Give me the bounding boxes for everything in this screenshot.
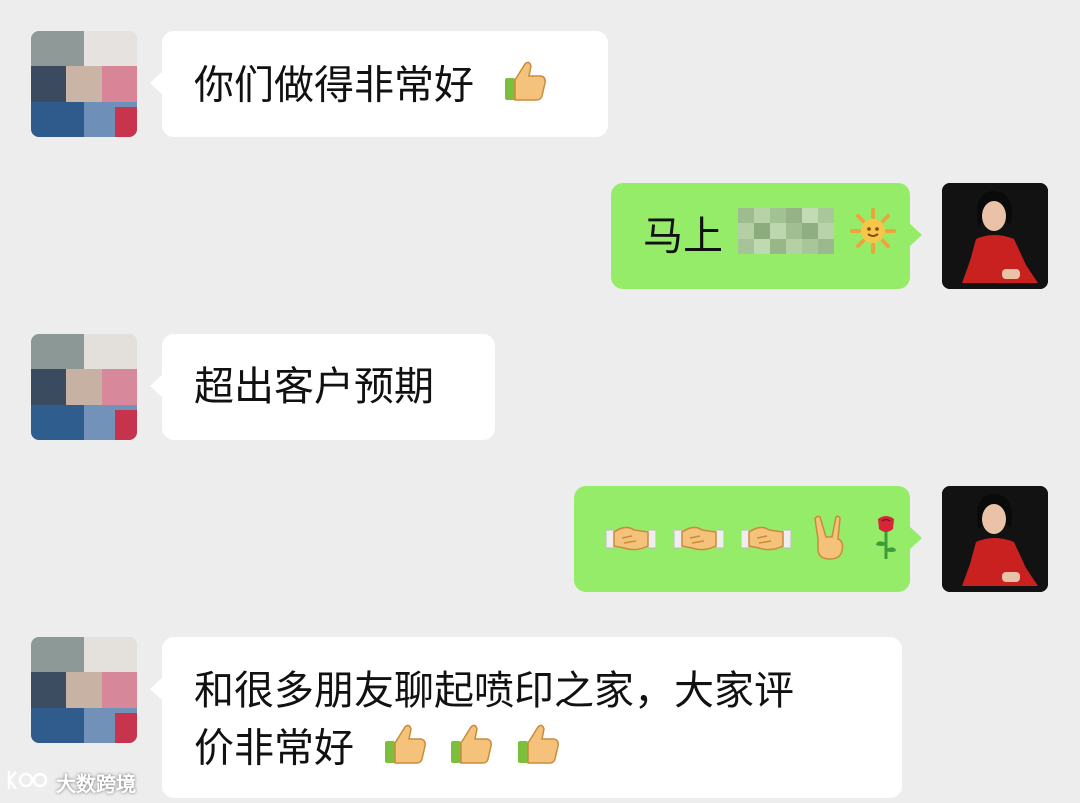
message-text: 你们做得非常好 (194, 62, 474, 109)
watermark-text: 大数跨境 (56, 771, 136, 796)
contact-avatar[interactable] (31, 334, 137, 440)
contact-avatar[interactable] (31, 637, 137, 743)
message-text-line: 和很多朋友聊起喷印之家，大家评 (194, 668, 794, 714)
my-avatar[interactable] (942, 486, 1048, 592)
sun-icon (850, 208, 897, 269)
thumbs-up-icon (447, 719, 495, 782)
incoming-message-bubble[interactable]: 你们做得非常好 (150, 31, 608, 137)
thumbs-up-icon (501, 56, 549, 119)
message-text: 超出客户预期 (194, 364, 434, 410)
outgoing-message-bubble[interactable]: 马上 (611, 183, 922, 289)
message-text: 马上 (643, 213, 723, 260)
outgoing-message-bubble[interactable] (574, 486, 922, 592)
watermark-logo-icon (6, 767, 50, 798)
message-text-line: 价非常好 (194, 719, 902, 782)
thumbs-up-icon (514, 719, 562, 782)
handshake-icon (740, 514, 792, 575)
message-text: 价非常好 (194, 725, 354, 772)
victory-hand-icon (810, 513, 850, 576)
handshake-icon (605, 514, 657, 575)
watermark: 大数跨境 (6, 766, 136, 798)
contact-avatar[interactable] (31, 31, 137, 137)
my-avatar[interactable] (942, 183, 1048, 289)
incoming-message-bubble[interactable]: 超出客户预期 (150, 334, 495, 440)
rose-icon (871, 513, 901, 576)
thumbs-up-icon (381, 719, 429, 782)
incoming-message-bubble[interactable]: 和很多朋友聊起喷印之家，大家评 价非常好 (150, 637, 902, 798)
handshake-icon (673, 514, 725, 575)
redacted-text-mosaic (737, 208, 834, 269)
